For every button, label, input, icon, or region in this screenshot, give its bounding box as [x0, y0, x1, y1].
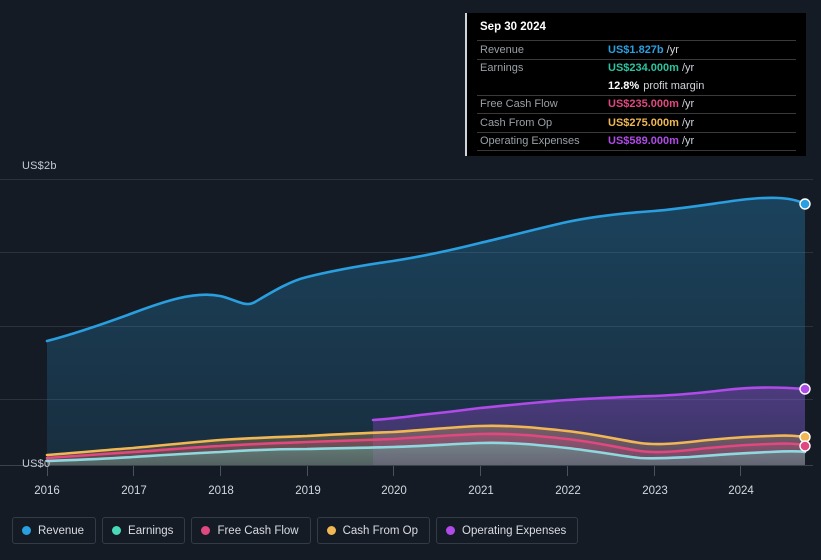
tooltip-unit-operating-expenses: /yr — [681, 135, 695, 148]
x-tick-marks — [47, 466, 741, 476]
legend-dot-cash-from-op-icon — [326, 526, 336, 535]
y-axis-bottom-label: US$0 — [22, 458, 51, 470]
legend-dot-revenue-icon — [22, 526, 31, 535]
chart-legend: Revenue Earnings Free Cash Flow Cash Fro… — [12, 517, 579, 544]
legend-label-earnings: Earnings — [128, 524, 174, 537]
tooltip-bottom-divider — [477, 150, 796, 151]
tooltip-row-revenue: Revenue US$1.827b /yr — [477, 40, 796, 59]
legend-label-operating-expenses: Operating Expenses — [462, 524, 567, 537]
legend-item-earnings[interactable]: Earnings — [102, 517, 186, 544]
tooltip-row-cash-from-op: Cash From Op US$275.000m /yr — [477, 113, 796, 132]
tooltip-row-profit-margin: 12.8% profit margin — [477, 77, 796, 95]
legend-dot-earnings-icon — [112, 526, 122, 535]
legend-label-cash-from-op: Cash From Op — [342, 524, 419, 537]
tooltip-row-operating-expenses: Operating Expenses US$589.000m /yr — [477, 131, 796, 151]
legend-item-free-cash-flow[interactable]: Free Cash Flow — [191, 517, 311, 544]
tooltip-date: Sep 30 2024 — [480, 21, 546, 33]
legend-item-operating-expenses[interactable]: Operating Expenses — [436, 517, 579, 544]
x-tick-2023: 2023 — [642, 485, 668, 497]
x-tick-2018: 2018 — [208, 485, 234, 497]
chart-tooltip: Sep 30 2024 Revenue US$1.827b /yr Earnin… — [465, 13, 806, 156]
x-tick-2021: 2021 — [468, 485, 494, 497]
y-axis-top-label: US$2b — [22, 160, 57, 172]
legend-item-revenue[interactable]: Revenue — [12, 517, 97, 544]
tooltip-key-cash-from-op: Cash From Op — [480, 116, 553, 129]
legend-dot-operating-expenses-icon — [446, 526, 456, 535]
tooltip-row-earnings: Earnings US$234.000m /yr — [477, 58, 796, 78]
tooltip-key-operating-expenses: Operating Expenses — [480, 135, 580, 148]
tooltip-row-free-cash-flow: Free Cash Flow US$235.000m /yr — [477, 94, 796, 114]
tooltip-unit-revenue: /yr — [666, 43, 679, 56]
legend-item-cash-from-op[interactable]: Cash From Op — [316, 517, 431, 544]
tooltip-key-revenue: Revenue — [480, 43, 525, 56]
chart-page: US$2b US$0 2016 2017 2018 2019 2020 2021… — [0, 0, 821, 560]
tooltip-value-revenue: US$1.827b — [608, 43, 664, 56]
tooltip-key-earnings: Earnings — [480, 62, 524, 75]
x-tick-2019: 2019 — [295, 485, 321, 497]
tooltip-unit-free-cash-flow: /yr — [681, 98, 695, 111]
x-tick-2016: 2016 — [34, 485, 60, 497]
x-tick-2022: 2022 — [555, 485, 581, 497]
x-tick-2020: 2020 — [381, 485, 407, 497]
tooltip-value-earnings: US$234.000m — [608, 62, 679, 75]
x-tick-2017: 2017 — [121, 485, 147, 497]
tooltip-key-free-cash-flow: Free Cash Flow — [480, 98, 558, 111]
tooltip-value-free-cash-flow: US$235.000m — [608, 98, 679, 111]
tooltip-value-cash-from-op: US$275.000m — [608, 116, 679, 129]
tooltip-value-operating-expenses: US$589.000m — [608, 135, 679, 148]
tooltip-unit-profit-margin: profit margin — [643, 79, 705, 92]
x-tick-2024: 2024 — [728, 485, 754, 497]
tooltip-value-profit-margin: 12.8% — [608, 79, 640, 92]
legend-label-free-cash-flow: Free Cash Flow — [217, 524, 299, 537]
legend-label-revenue: Revenue — [38, 524, 85, 537]
tooltip-unit-earnings: /yr — [681, 62, 695, 75]
tooltip-unit-cash-from-op: /yr — [681, 116, 695, 129]
legend-dot-free-cash-flow-icon — [201, 526, 211, 535]
